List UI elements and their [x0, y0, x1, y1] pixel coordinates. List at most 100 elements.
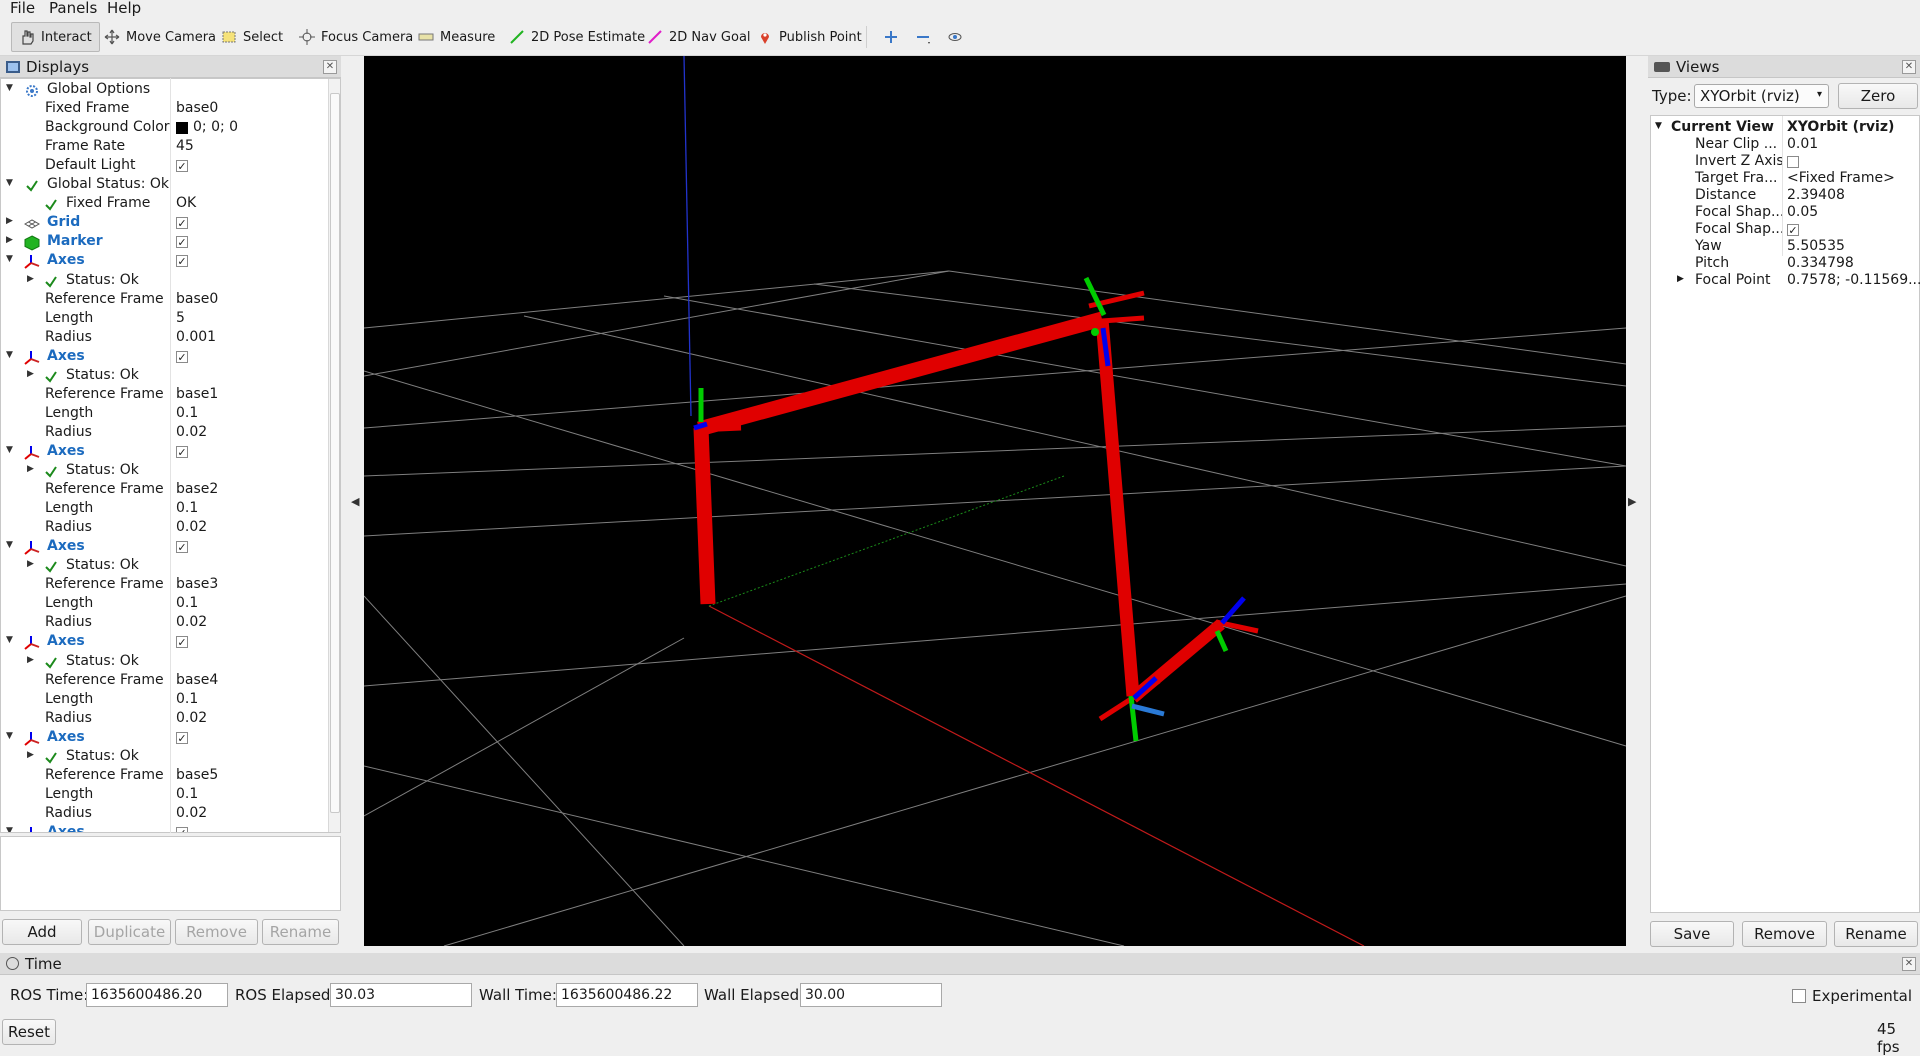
- display-row-value[interactable]: 0.001: [176, 329, 216, 345]
- view-property-row[interactable]: Target Fra... <Fixed Frame>: [1651, 170, 1919, 187]
- display-row[interactable]: Length 0.1: [1, 691, 331, 710]
- display-row[interactable]: Length 0.1: [1, 500, 331, 519]
- focus-camera-tool-button[interactable]: Focus Camera: [292, 22, 420, 52]
- view-property-row[interactable]: Near Clip ... 0.01: [1651, 136, 1919, 153]
- view-property-value[interactable]: 0.7578; -0.11569...: [1787, 272, 1920, 288]
- displays-scrollbar-thumb[interactable]: [330, 93, 340, 813]
- current-view-row[interactable]: ▼ Current View XYOrbit (rviz): [1651, 119, 1919, 136]
- view-property-value[interactable]: 0.05: [1787, 204, 1818, 220]
- display-row[interactable]: Length 0.1: [1, 405, 331, 424]
- display-row-value[interactable]: 0.02: [176, 519, 207, 535]
- expand-arrow-icon[interactable]: ▶: [6, 235, 16, 249]
- display-row[interactable]: Radius 0.02: [1, 805, 331, 824]
- reset-button[interactable]: Reset: [2, 1019, 56, 1045]
- save-view-button[interactable]: Save: [1650, 921, 1734, 947]
- display-row[interactable]: ▼ Global Options: [1, 81, 331, 100]
- collapse-arrow-icon[interactable]: ▼: [6, 826, 16, 832]
- view-property-row[interactable]: Focal Shap... ✓: [1651, 221, 1919, 238]
- enabled-checkbox[interactable]: ✓: [176, 636, 188, 649]
- view-type-dropdown[interactable]: XYOrbit (rviz) ▾: [1694, 84, 1829, 108]
- display-row[interactable]: Reference Frame base1: [1, 386, 331, 405]
- views-close-icon[interactable]: ✕: [1902, 60, 1916, 74]
- display-row[interactable]: Default Light ✓: [1, 157, 331, 176]
- collapse-arrow-icon[interactable]: ▼: [6, 445, 16, 459]
- display-row-value[interactable]: 0.02: [176, 710, 207, 726]
- display-row-value[interactable]: 5: [176, 310, 185, 326]
- display-row[interactable]: ▼ Axes ✓: [1, 443, 331, 462]
- view-property-value[interactable]: <Fixed Frame>: [1787, 170, 1895, 186]
- display-row[interactable]: ▼ Axes ✓: [1, 538, 331, 557]
- select-tool-button[interactable]: Select: [214, 22, 290, 52]
- enabled-checkbox[interactable]: ✓: [176, 236, 188, 249]
- collapse-arrow-icon[interactable]: ▼: [6, 254, 16, 268]
- menu-file[interactable]: File: [10, 0, 35, 17]
- display-row-value[interactable]: 0.1: [176, 691, 198, 707]
- expand-arrow-icon[interactable]: ▶: [27, 750, 37, 764]
- display-row-value[interactable]: base2: [176, 481, 218, 497]
- displays-scrollbar[interactable]: [328, 79, 340, 832]
- display-row-value[interactable]: base0: [176, 291, 218, 307]
- expand-arrow-icon[interactable]: ▶: [27, 464, 37, 478]
- display-row[interactable]: Radius 0.02: [1, 424, 331, 443]
- display-row-value[interactable]: OK: [176, 195, 196, 211]
- zero-view-button[interactable]: Zero: [1838, 83, 1918, 109]
- display-row[interactable]: ▶ Status: Ok: [1, 367, 331, 386]
- collapse-arrow-icon[interactable]: ▼: [6, 635, 16, 649]
- display-row-value[interactable]: base5: [176, 767, 218, 783]
- display-row[interactable]: ▶ Status: Ok: [1, 653, 331, 672]
- display-row[interactable]: Length 0.1: [1, 786, 331, 805]
- view-property-row[interactable]: Invert Z Axis: [1651, 153, 1919, 170]
- view-property-row[interactable]: Focal Shap... 0.05: [1651, 204, 1919, 221]
- rename-display-button[interactable]: Rename: [262, 919, 339, 945]
- expand-arrow-icon[interactable]: ▶: [27, 655, 37, 669]
- experimental-checkbox[interactable]: [1792, 989, 1806, 1003]
- display-row[interactable]: ▶ Status: Ok: [1, 557, 331, 576]
- view-property-row[interactable]: Yaw 5.50535: [1651, 238, 1919, 255]
- display-row[interactable]: Reference Frame base0: [1, 291, 331, 310]
- right-collapse-arrow-icon[interactable]: ▶: [1628, 495, 1636, 508]
- display-row-value[interactable]: 0.02: [176, 805, 207, 821]
- remove-tool-button[interactable]: [908, 22, 938, 52]
- collapse-arrow-icon[interactable]: ▼: [6, 178, 16, 192]
- display-row-value[interactable]: 0; 0; 0: [193, 119, 238, 135]
- display-row[interactable]: ▶ Status: Ok: [1, 748, 331, 767]
- display-row[interactable]: ▼ Axes ✓: [1, 633, 331, 652]
- display-row[interactable]: ▼ Axes ✓: [1, 824, 331, 832]
- display-row-value[interactable]: 0.1: [176, 500, 198, 516]
- enabled-checkbox[interactable]: ✓: [176, 217, 188, 230]
- enabled-checkbox[interactable]: ✓: [176, 826, 188, 832]
- move-camera-tool-button[interactable]: Move Camera: [97, 22, 223, 52]
- display-row[interactable]: Reference Frame base4: [1, 672, 331, 691]
- display-row-value[interactable]: base3: [176, 576, 218, 592]
- add-tool-button[interactable]: [876, 22, 906, 52]
- display-row[interactable]: Fixed Frame OK: [1, 195, 331, 214]
- ros-elapsed-field[interactable]: 30.03: [330, 983, 472, 1007]
- display-row[interactable]: ▶ Marker ✓: [1, 233, 331, 252]
- pose-estimate-tool-button[interactable]: 2D Pose Estimate: [502, 22, 652, 52]
- display-row[interactable]: ▶ Status: Ok: [1, 272, 331, 291]
- view-property-row[interactable]: Pitch 0.334798: [1651, 255, 1919, 272]
- view-property-value[interactable]: 5.50535: [1787, 238, 1845, 254]
- view-property-value[interactable]: 0.334798: [1787, 255, 1854, 271]
- wall-elapsed-field[interactable]: 30.00: [800, 983, 942, 1007]
- display-row[interactable]: ▼ Global Status: Ok: [1, 176, 331, 195]
- displays-close-icon[interactable]: ✕: [323, 60, 337, 74]
- collapse-arrow-icon[interactable]: ▼: [6, 83, 16, 97]
- menu-help[interactable]: Help: [107, 0, 141, 17]
- color-swatch[interactable]: [176, 122, 188, 135]
- expand-arrow-icon[interactable]: ▶: [6, 216, 16, 230]
- publish-point-tool-button[interactable]: Publish Point: [750, 22, 869, 52]
- display-row[interactable]: ▼ Axes ✓: [1, 729, 331, 748]
- enabled-checkbox[interactable]: ✓: [176, 541, 188, 554]
- display-row[interactable]: Frame Rate 45: [1, 138, 331, 157]
- display-row[interactable]: ▶ Grid ✓: [1, 214, 331, 233]
- display-row[interactable]: Radius 0.001: [1, 329, 331, 348]
- display-row[interactable]: Radius 0.02: [1, 614, 331, 633]
- measure-tool-button[interactable]: Measure: [411, 22, 502, 52]
- display-row[interactable]: ▼ Axes ✓: [1, 348, 331, 367]
- wall-time-field[interactable]: 1635600486.22: [556, 983, 698, 1007]
- display-row-value[interactable]: 45: [176, 138, 194, 154]
- collapse-arrow-icon[interactable]: ▼: [6, 731, 16, 745]
- display-row-value[interactable]: 0.1: [176, 405, 198, 421]
- display-row[interactable]: Length 5: [1, 310, 331, 329]
